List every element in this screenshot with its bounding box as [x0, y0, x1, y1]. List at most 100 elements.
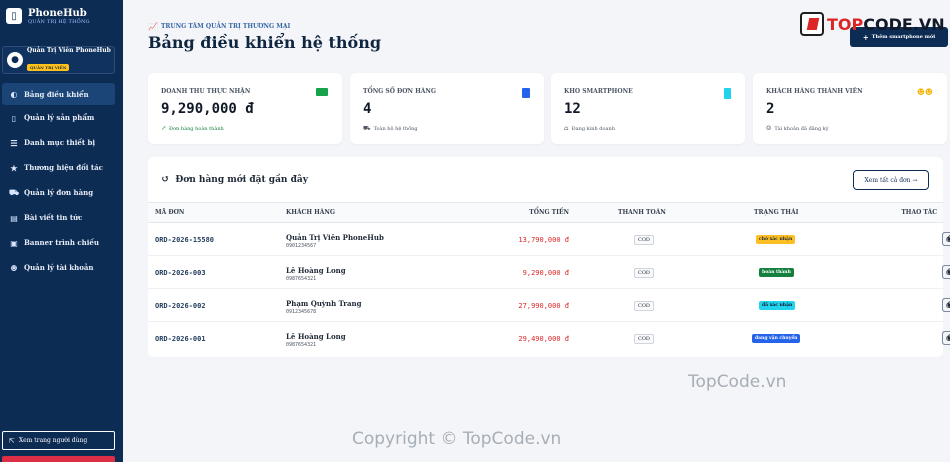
col-total: TỔNG TIỀN: [529, 209, 569, 216]
col-order-id: MÃ ĐƠN: [155, 209, 185, 216]
watermark-copyright: Copyright © TopCode.vn: [352, 429, 562, 449]
stat-value: 2: [766, 101, 775, 117]
table-row: ORD-2026-15580 Quản Trị Viên PhoneHub 09…: [148, 223, 950, 256]
sidebar-item-dashboard[interactable]: ◐ Bảng điều khiển: [2, 83, 115, 105]
stat-card-orders: TỔNG SỐ ĐƠN HÀNG 4 ⛟ Toàn bộ hệ thống: [350, 73, 544, 144]
stat-label: KHO SMARTPHONE: [564, 88, 633, 95]
users-icon: ☻☻: [916, 88, 933, 98]
stat-label: TỔNG SỐ ĐƠN HÀNG: [363, 88, 437, 95]
main-content: 📈 TRUNG TÂM QUẢN TRỊ THƯƠNG MẠI Bảng điều…: [123, 0, 950, 462]
print-icon[interactable]: ⎙: [942, 298, 950, 312]
table-row: ORD-2026-003 Lê Hoàng Long 0987654321 9,…: [148, 256, 950, 289]
watermark-topcode: TopCode.vn: [688, 372, 787, 392]
order-id[interactable]: ORD-2026-15580: [155, 236, 214, 244]
status-badge: đang vận chuyển: [752, 334, 801, 343]
stat-value: 9,290,000 đ: [161, 101, 254, 117]
sidebar-item-news[interactable]: ▤ Bài viết tin tức: [0, 205, 123, 230]
users-icon: ☻: [10, 262, 18, 273]
order-total: 13,790,000 đ: [518, 236, 569, 244]
status-badge: chờ xác nhận: [756, 235, 796, 244]
brand-subtitle: QUẢN TRỊ HỆ THỐNG: [28, 18, 90, 25]
truck-icon: ⛟: [363, 125, 371, 132]
topcode-logo: TOPCODE.VN: [800, 9, 950, 39]
page-title: Bảng điều khiển hệ thống: [148, 33, 382, 52]
star-icon: ★: [10, 162, 18, 173]
customer-phone: 0901234567: [286, 243, 317, 249]
view-user-site-button[interactable]: ⇱ Xem trang người dùng: [2, 431, 115, 450]
stat-card-inventory: KHO SMARTPHONE 12 ⌂ Đang kinh doanh: [551, 73, 745, 144]
customer-phone: 0912345678: [286, 309, 317, 315]
col-actions: THAO TÁC: [901, 209, 937, 216]
payment-badge: COD: [634, 235, 654, 245]
customer-phone: 0987654321: [286, 276, 317, 282]
print-icon[interactable]: ⎙: [942, 265, 950, 279]
sidebar-item-orders[interactable]: ⛟ Quản lý đơn hàng: [0, 180, 123, 205]
payment-badge: COD: [634, 334, 654, 344]
order-id[interactable]: ORD-2026-003: [155, 269, 206, 277]
print-icon[interactable]: ⎙: [942, 331, 950, 345]
external-link-icon: ⇱: [9, 436, 15, 445]
brand-name: PhoneHub: [28, 7, 87, 19]
payment-badge: COD: [634, 301, 654, 311]
gauge-icon: ◐: [10, 89, 18, 99]
customer-phone: 0987654321: [286, 342, 317, 348]
orders-title: ↺ Đơn hàng mới đặt gần đây: [161, 174, 308, 185]
warehouse-icon: ⌂: [564, 125, 569, 132]
stat-value: 12: [564, 101, 581, 117]
stat-card-customers: KHÁCH HÀNG THÀNH VIÊN ☻☻ 2 ☺ Tài khoản đã…: [753, 73, 947, 144]
order-total: 9,290,000 đ: [522, 269, 569, 277]
list-icon: ☰: [10, 137, 18, 148]
user-card: ● Quản Trị Viên PhoneHub QUẢN TRỊ VIÊN: [2, 46, 115, 74]
sidebar-item-categories[interactable]: ☰ Danh mục thiết bị: [0, 130, 123, 155]
sidebar-item-accounts[interactable]: ☻ Quản lý tài khoản: [0, 255, 123, 280]
mobile-icon: [724, 88, 731, 101]
user-role-badge: QUẢN TRỊ VIÊN: [27, 64, 70, 71]
phone-logo-icon: ▯: [6, 8, 22, 24]
stat-sub: ☺ Tài khoản đã đăng ký: [766, 125, 829, 132]
user-name: Quản Trị Viên PhoneHub: [27, 47, 111, 54]
stat-sub: ⛟ Toàn bộ hệ thống: [363, 125, 418, 132]
logout-button[interactable]: [2, 456, 115, 462]
brand[interactable]: ▯ PhoneHub QUẢN TRỊ HỆ THỐNG: [0, 0, 123, 32]
sidebar-item-brands[interactable]: ★ Thương hiệu đối tác: [0, 155, 123, 180]
money-icon: [316, 88, 328, 98]
stat-label: KHÁCH HÀNG THÀNH VIÊN: [766, 88, 863, 95]
recent-orders-panel: ↺ Đơn hàng mới đặt gần đây Xem tất cả đơn…: [148, 157, 950, 357]
clipboard-icon: [522, 88, 530, 100]
sidebar-nav: ◐ Bảng điều khiển ▯ Quản lý sản phẩm ☰ Danh…: [0, 83, 123, 280]
table-row: ORD-2026-002 Phạm Quỳnh Trang 0912345678…: [148, 289, 950, 322]
order-id[interactable]: ORD-2026-002: [155, 302, 206, 310]
sidebar-item-products[interactable]: ▯ Quản lý sản phẩm: [0, 105, 123, 130]
topcode-logo-text: TOPCODE.VN: [827, 14, 945, 34]
user-plus-icon: ☺: [766, 125, 772, 132]
status-badge: đã xác nhận: [759, 301, 796, 310]
col-status: TRẠNG THÁI: [754, 209, 799, 216]
payment-badge: COD: [634, 268, 654, 278]
col-payment: THANH TOÁN: [618, 209, 666, 216]
history-icon: ↺: [161, 174, 170, 185]
phone-icon: ▯: [11, 112, 17, 123]
stat-label: DOANH THU THỰC NHẬN: [161, 88, 251, 95]
order-id[interactable]: ORD-2026-001: [155, 335, 206, 343]
sidebar: ▯ PhoneHub QUẢN TRỊ HỆ THỐNG ● Quản Trị …: [0, 0, 123, 462]
customer-name: Lê Hoàng Long: [286, 332, 346, 341]
topcode-logo-mark: [800, 12, 824, 36]
orders-table-header: MÃ ĐƠN KHÁCH HÀNG TỔNG TIỀN THANH TOÁN T…: [148, 202, 943, 223]
customer-name: Lê Hoàng Long: [286, 266, 346, 275]
breadcrumb: 📈 TRUNG TÂM QUẢN TRỊ THƯƠNG MẠI: [148, 21, 291, 31]
order-total: 27,990,000 đ: [518, 302, 569, 310]
order-total: 29,490,000 đ: [518, 335, 569, 343]
table-row: ORD-2026-001 Lê Hoàng Long 0987654321 29…: [148, 322, 950, 355]
news-icon: ▤: [10, 212, 18, 223]
stat-sub: ⌂ Đang kinh doanh: [564, 125, 615, 132]
stat-value: 4: [363, 101, 372, 117]
print-icon[interactable]: ⎙: [942, 232, 950, 246]
customer-name: Phạm Quỳnh Trang: [286, 299, 362, 308]
chart-line-icon: 📈: [148, 21, 158, 31]
stat-sub: ↗ Đơn hàng hoàn thành: [161, 125, 224, 132]
stat-card-revenue: DOANH THU THỰC NHẬN 9,290,000 đ ↗ Đơn hàn…: [148, 73, 342, 144]
image-icon: ▣: [10, 237, 18, 248]
sidebar-item-banners[interactable]: ▣ Banner trình chiếu: [0, 230, 123, 255]
status-badge: hoàn thành: [759, 268, 794, 277]
view-all-orders-button[interactable]: Xem tất cả đơn →: [853, 170, 929, 190]
